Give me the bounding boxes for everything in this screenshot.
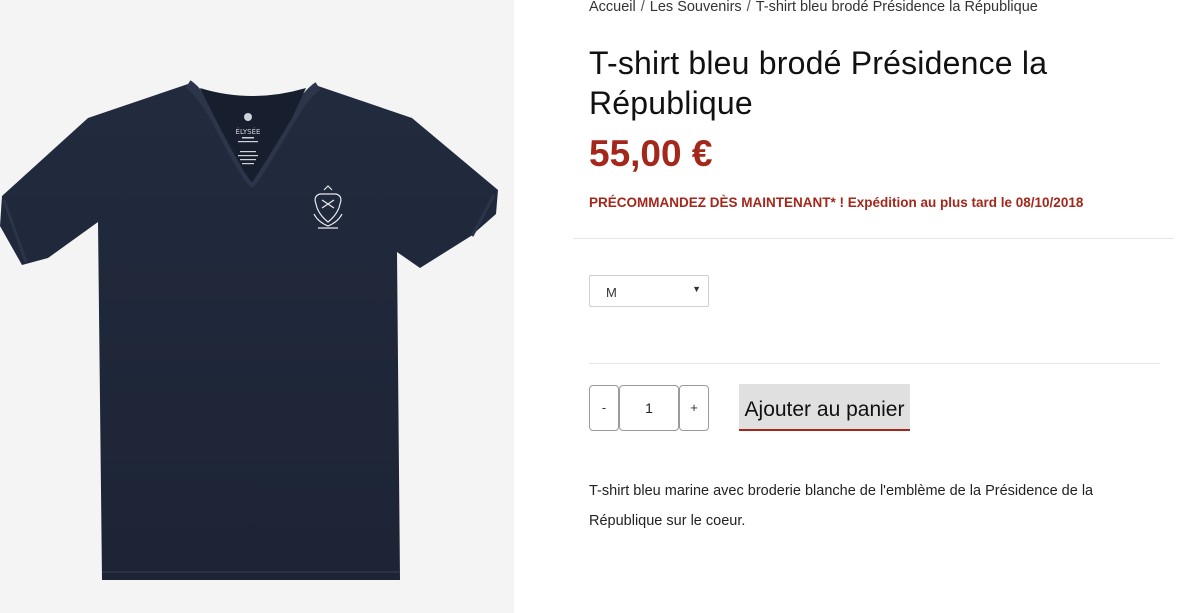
product-image: ÉLYSÉE [0,0,514,613]
size-select[interactable]: M ▼ [589,275,709,307]
divider [573,238,1174,239]
add-to-cart-button[interactable]: Ajouter au panier [739,384,910,431]
breadcrumb-separator: / [640,0,645,15]
neck-label-brand: ÉLYSÉE [236,127,261,136]
divider [589,363,1160,364]
product-description: T-shirt bleu marine avec broderie blanch… [589,483,1094,529]
chevron-down-icon: ▼ [692,284,701,294]
product-price: 55,00 € [589,133,713,174]
breadcrumb: Accueil / Les Souvenirs / T-shirt bleu brodé… [589,0,1038,15]
size-select-value: M [606,285,617,300]
product-title: T-shirt bleu brodé Présidence la Républi… [589,45,1048,121]
quantity-decrease-button[interactable]: - [589,385,619,431]
quantity-increase-button[interactable]: + [679,385,709,431]
breadcrumb-home[interactable]: Accueil [589,0,636,15]
quantity-input[interactable]: 1 [619,385,679,431]
breadcrumb-category[interactable]: Les Souvenirs [650,0,742,15]
preorder-notice: PRÉCOMMANDEZ DÈS MAINTENANT* ! Expéditio… [589,195,1084,210]
tshirt-image: ÉLYSÉE [0,80,498,580]
breadcrumb-separator: / [746,0,751,15]
breadcrumb-current: T-shirt bleu brodé Présidence la Républi… [755,0,1038,15]
